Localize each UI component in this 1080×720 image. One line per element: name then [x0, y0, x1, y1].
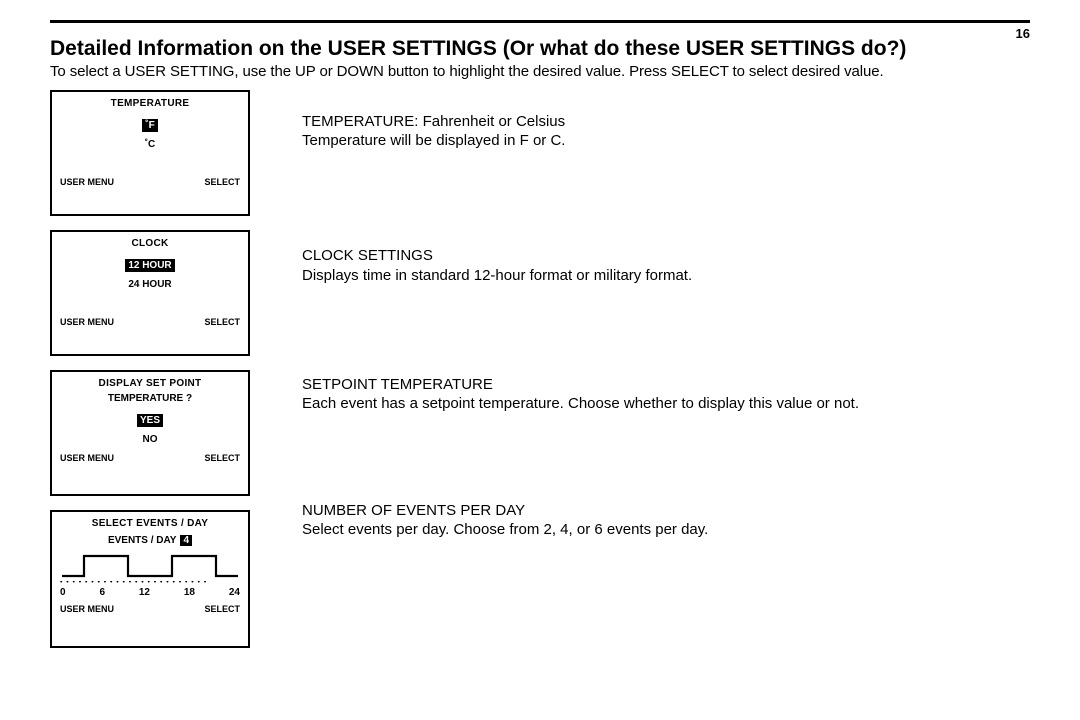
btn-user-menu[interactable]: USER MENU — [60, 453, 114, 463]
btn-select[interactable]: SELECT — [204, 177, 240, 187]
desc-temperature-heading: TEMPERATURE: Fahrenheit or Celsius — [302, 113, 565, 130]
opt-no[interactable]: NO — [140, 433, 161, 446]
lcd-column: TEMPERATURE ˚F ˚C USER MENU SELECT CLOCK… — [50, 90, 250, 662]
timeline-dots: •••••••••••••••••••••••• — [60, 581, 240, 585]
page-title: Detailed Information on the USER SETTING… — [50, 37, 1030, 61]
opt-yes[interactable]: YES — [137, 414, 163, 427]
desc-events-heading: NUMBER OF EVENTS PER DAY — [302, 502, 525, 519]
btn-user-menu[interactable]: USER MENU — [60, 317, 114, 327]
lcd-clock-title: CLOCK — [60, 238, 240, 249]
btn-user-menu[interactable]: USER MENU — [60, 177, 114, 187]
intro-text: To select a USER SETTING, use the UP or … — [50, 63, 1030, 80]
square-wave-icon — [60, 552, 240, 578]
btn-select[interactable]: SELECT — [204, 317, 240, 327]
btn-select[interactable]: SELECT — [204, 453, 240, 463]
lcd-setpoint-subtitle: TEMPERATURE ? — [60, 393, 240, 404]
opt-24hour[interactable]: 24 HOUR — [125, 278, 174, 291]
timeline-ticks: 0 6 12 18 24 — [60, 587, 240, 598]
tick: 12 — [139, 587, 150, 598]
tick: 24 — [229, 587, 240, 598]
page-number: 16 — [1016, 26, 1030, 41]
lcd-clock: CLOCK 12 HOUR 24 HOUR USER MENU SELECT — [50, 230, 250, 356]
lcd-events: SELECT EVENTS / DAY EVENTS / DAY 4 •••••… — [50, 510, 250, 648]
description-column: TEMPERATURE: Fahrenheit or Celsius Tempe… — [302, 90, 1030, 662]
desc-setpoint-heading: SETPOINT TEMPERATURE — [302, 376, 493, 393]
tick: 6 — [99, 587, 105, 598]
lcd-setpoint: DISPLAY SET POINT TEMPERATURE ? YES NO U… — [50, 370, 250, 496]
tick: 18 — [184, 587, 195, 598]
events-value[interactable]: 4 — [180, 535, 192, 546]
desc-setpoint: SETPOINT TEMPERATURE Each event has a se… — [302, 375, 1030, 413]
desc-clock-heading: CLOCK SETTINGS — [302, 247, 433, 264]
lcd-temperature-title: TEMPERATURE — [60, 98, 240, 109]
desc-temperature: TEMPERATURE: Fahrenheit or Celsius Tempe… — [302, 112, 1030, 150]
desc-clock: CLOCK SETTINGS Displays time in standard… — [302, 246, 1030, 284]
desc-events: NUMBER OF EVENTS PER DAY Select events p… — [302, 501, 1030, 539]
lcd-setpoint-title: DISPLAY SET POINT — [60, 378, 240, 389]
top-rule — [50, 20, 1030, 23]
lcd-temperature: TEMPERATURE ˚F ˚C USER MENU SELECT — [50, 90, 250, 216]
desc-events-body: Select events per day. Choose from 2, 4,… — [302, 521, 708, 538]
btn-user-menu[interactable]: USER MENU — [60, 604, 114, 614]
desc-setpoint-body: Each event has a setpoint temperature. C… — [302, 395, 859, 412]
desc-temperature-body: Temperature will be displayed in F or C. — [302, 132, 565, 149]
btn-select[interactable]: SELECT — [204, 604, 240, 614]
opt-celsius[interactable]: ˚C — [142, 138, 159, 151]
opt-12hour[interactable]: 12 HOUR — [125, 259, 174, 272]
tick: 0 — [60, 587, 66, 598]
events-label: EVENTS / DAY — [108, 535, 177, 546]
opt-fahrenheit[interactable]: ˚F — [142, 119, 157, 132]
desc-clock-body: Displays time in standard 12-hour format… — [302, 267, 692, 284]
lcd-events-title: SELECT EVENTS / DAY — [60, 518, 240, 529]
